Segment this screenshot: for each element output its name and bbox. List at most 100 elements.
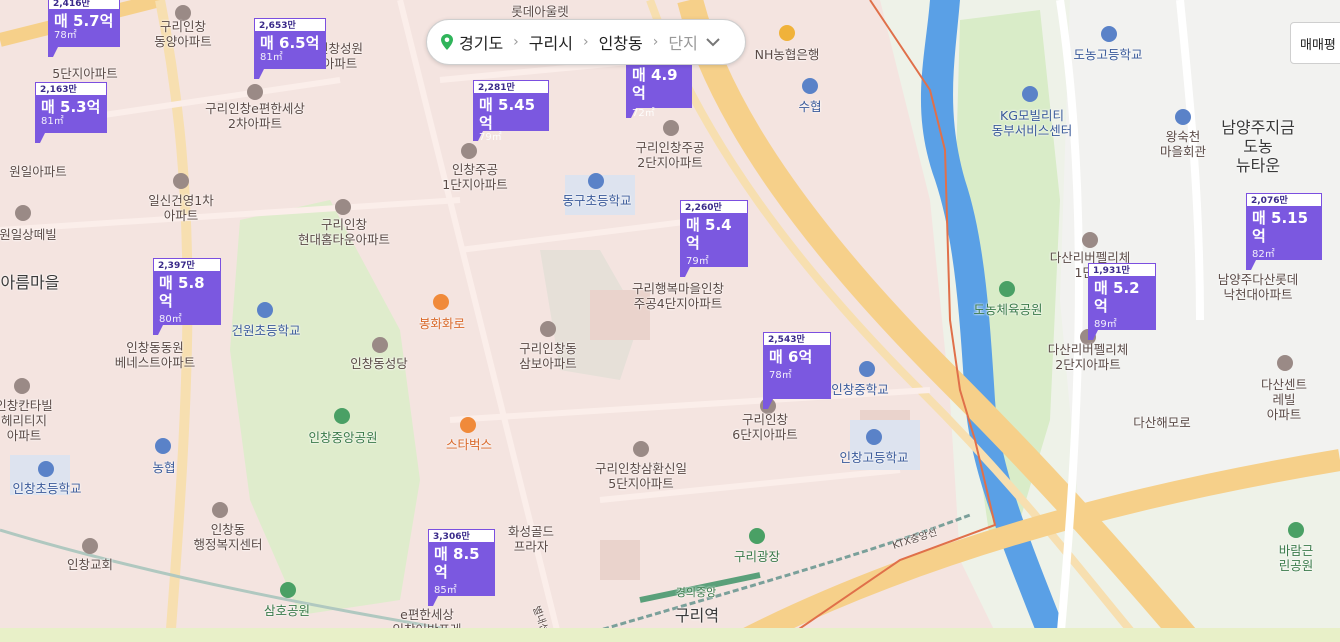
apartment-icon	[335, 199, 351, 215]
map-label: 구리인창 6단지아파트	[732, 412, 798, 442]
map-label: 농협	[152, 460, 176, 475]
price-marker[interactable]: 2,416만 매 5.7억 78㎡	[48, 0, 120, 57]
map-label: 구리광장	[733, 549, 781, 564]
map-label: 일신건영1차 아파트	[148, 193, 214, 223]
map-label: 구리인창주공 2단지아파트	[635, 140, 705, 170]
price-marker[interactable]: 3,306만 매 8.5억 85㎡	[428, 529, 495, 606]
map-label: 인창동동원 베네스트아파트	[114, 340, 196, 370]
map-label: 다산해모로	[1133, 415, 1191, 430]
area: 81㎡	[260, 52, 283, 63]
map-label: 아름마을	[0, 273, 60, 292]
map-label: 구리역	[674, 606, 720, 625]
school-icon	[859, 361, 875, 377]
park-icon	[1288, 522, 1304, 538]
area: 72㎡	[632, 108, 655, 119]
restaurant-icon	[433, 294, 449, 310]
map-label: 인창중앙공원	[308, 430, 378, 445]
apartment-icon	[14, 378, 30, 394]
map-label: 경의중앙	[675, 586, 717, 599]
church-icon	[82, 538, 98, 554]
marker-pointer	[254, 69, 264, 79]
park-icon	[280, 582, 296, 598]
area: 82㎡	[1252, 249, 1275, 260]
apartment-icon	[1277, 355, 1293, 371]
marker-pointer	[763, 399, 773, 409]
marker-pointer	[1246, 260, 1256, 270]
chevron-down-icon[interactable]	[706, 37, 720, 47]
wrench-icon	[1022, 86, 1038, 102]
unit-price: 3,306만	[428, 529, 495, 542]
apartment-icon	[173, 173, 189, 189]
map-label: 인창고등학교	[839, 450, 909, 465]
breadcrumb-type[interactable]: 단지	[668, 30, 697, 54]
unit-price: 2,653만	[254, 18, 326, 31]
price-marker[interactable]: 2,163만 매 5.3억 81㎡	[35, 82, 107, 143]
location-pin-icon	[441, 34, 453, 50]
school-icon	[588, 173, 604, 189]
map-label: 인창중학교	[831, 382, 889, 397]
apartment-icon	[15, 205, 31, 221]
map-label: 봉화화로	[418, 316, 466, 331]
price-marker[interactable]: 매 4.9억 72㎡	[626, 62, 692, 119]
sale-price: 매 5.7억	[54, 12, 114, 30]
church-icon	[372, 337, 388, 353]
price-marker[interactable]: 1,931만 매 5.2억 89㎡	[1088, 263, 1156, 340]
map-label: 구리인창삼환신일 5단지아파트	[594, 461, 688, 491]
map-label: 다산리버펠리체 2단지아파트	[1047, 342, 1129, 372]
price-marker[interactable]: 2,397만 매 5.8억 80㎡	[153, 258, 221, 335]
map-label: 인창주공 1단지아파트	[442, 162, 508, 192]
school-icon	[257, 302, 273, 318]
marker-pointer	[428, 596, 438, 606]
unit-price: 2,397만	[153, 258, 221, 271]
unit-price: 1,931만	[1088, 263, 1156, 276]
map-label: 인창초등학교	[12, 481, 82, 496]
school-icon	[38, 461, 54, 477]
map-label: 구리행복마을인창 주공4단지아파트	[631, 281, 725, 311]
area: 79㎡	[479, 132, 502, 143]
map-label: 롯데아울렛	[511, 4, 569, 19]
apartment-icon	[1082, 232, 1098, 248]
apartment-icon	[461, 143, 477, 159]
price-marker[interactable]: 2,076만 매 5.15억 82㎡	[1246, 193, 1322, 270]
area: 80㎡	[159, 314, 182, 325]
cafe-icon	[460, 417, 476, 433]
area: 79㎡	[686, 256, 709, 267]
sale-price: 매 6.5억	[260, 34, 320, 52]
map-label: 원일상떼빌	[0, 227, 57, 242]
unit-price: 2,416만	[48, 0, 120, 9]
apartment-icon	[663, 120, 679, 136]
map-label: 수협	[798, 99, 822, 114]
price-marker[interactable]: 2,281만 매 5.45억 79㎡	[473, 80, 549, 143]
marker-pointer	[48, 47, 58, 57]
area: 85㎡	[434, 585, 457, 596]
map-label: 왕숙천 마을회관	[1159, 129, 1207, 159]
bank-icon	[802, 78, 818, 94]
area: 78㎡	[54, 30, 77, 41]
map-label: 스타벅스	[445, 437, 493, 452]
price-marker[interactable]: 2,543만 매 6억 78㎡	[763, 332, 831, 409]
breadcrumb-city[interactable]: 구리시	[529, 30, 573, 54]
chevron-right-icon: ›	[652, 34, 659, 50]
chevron-right-icon: ›	[513, 34, 519, 50]
area: 78㎡	[769, 370, 792, 381]
bank-icon	[779, 25, 795, 41]
park-icon	[999, 281, 1015, 297]
map-label: 인창교회	[66, 557, 114, 572]
map-canvas[interactable]: 롯데아울렛 구리인창 동양아파트 인창성원 아파트 5단지아파트 NH농협은행 …	[0, 0, 1340, 642]
unit-price: 2,543만	[763, 332, 831, 345]
map-label: 도농체육공원	[973, 302, 1043, 317]
bottom-panel-edge	[0, 628, 1340, 642]
breadcrumb-district[interactable]: 인창동	[599, 30, 643, 54]
price-marker[interactable]: 2,653만 매 6.5억 81㎡	[254, 18, 326, 79]
map-label: 5단지아파트	[52, 66, 118, 81]
unit-price: 2,076만	[1246, 193, 1322, 206]
location-breadcrumb[interactable]: 경기도 › 구리시 › 인창동 › 단지	[426, 19, 746, 65]
unit-price: 2,281만	[473, 80, 549, 93]
price-type-filter-button[interactable]: 매매평	[1290, 22, 1340, 64]
map-label: 구리인창e편한세상 2차아파트	[205, 101, 305, 131]
breadcrumb-province[interactable]: 경기도	[459, 30, 503, 54]
map-label: 구리인창 동양아파트	[154, 19, 212, 49]
area: 81㎡	[41, 116, 64, 127]
map-label: 동구초등학교	[562, 193, 632, 208]
price-marker[interactable]: 2,260만 매 5.4억 79㎡	[680, 200, 748, 277]
